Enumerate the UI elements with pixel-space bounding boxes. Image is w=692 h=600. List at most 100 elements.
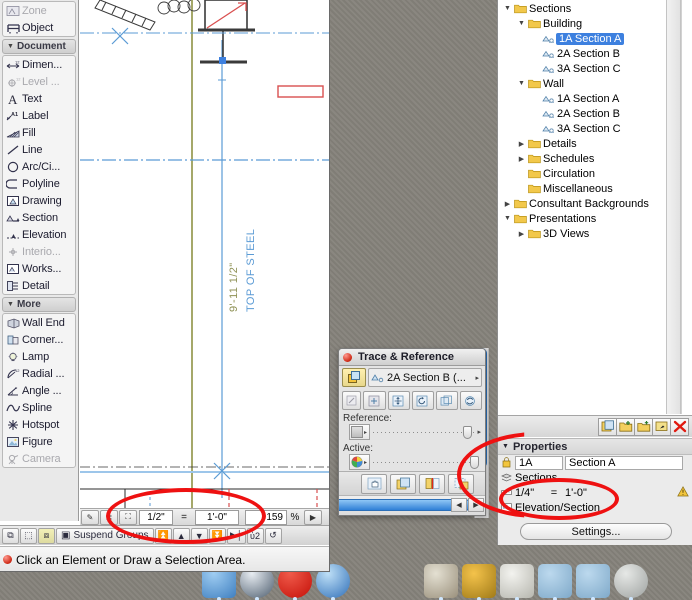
chevron-right-icon[interactable]: ▶	[516, 230, 527, 238]
trace-frame-button[interactable]	[448, 473, 474, 494]
tree-item[interactable]: ▼ Building	[498, 16, 665, 31]
tree-item[interactable]: ▶ 3D Views	[498, 226, 665, 241]
toolbox-palette[interactable]: Zone Object ▼ Document 12 Dimen... 12 Level ..…	[0, 0, 79, 521]
active-intensity-slider[interactable]	[373, 455, 481, 469]
new-viewpoint-button[interactable]	[598, 417, 617, 436]
trace-toolbar-row[interactable]	[339, 389, 485, 412]
toolbox-item-lamp[interactable]: Lamp	[3, 348, 75, 365]
toolbox-item-object[interactable]: Object	[3, 19, 75, 36]
chevron-down-icon[interactable]: ▼	[502, 443, 509, 450]
trace-compare-button[interactable]	[390, 473, 416, 494]
tree-item[interactable]: 1A Section A	[498, 31, 665, 46]
new-folder-clone-button[interactable]	[616, 417, 635, 436]
properties-scale-numerator[interactable]: 1/4"	[515, 487, 543, 499]
reference-slider-arrow-icon[interactable]: ▸	[477, 428, 481, 436]
layer-icon[interactable]: ≣	[100, 509, 118, 525]
pen-set-icon[interactable]: ✎	[81, 509, 99, 525]
toolbox-item-detail[interactable]: Detail	[3, 277, 75, 294]
toolbox-item-line[interactable]: Line	[3, 141, 75, 158]
properties-type-row[interactable]: Elevation/Section	[498, 500, 692, 515]
toolbox-section-document[interactable]: ▼ Document	[2, 39, 76, 54]
toolbox-item-corner[interactable]: Corner...	[3, 331, 75, 348]
trace-bottom-toolbar[interactable]	[339, 471, 485, 495]
dock-preview[interactable]	[500, 564, 534, 600]
chevron-down-icon[interactable]: ▼	[502, 215, 513, 222]
warning-triangle-icon[interactable]	[677, 485, 689, 500]
properties-scale-row[interactable]: 1/4" = 1'-0"	[498, 485, 692, 500]
trace-toggle-button[interactable]	[342, 368, 366, 387]
toolbox-item-dimen[interactable]: 12 Dimen...	[3, 56, 75, 73]
hscroll-right-arrow[interactable]: ▶	[468, 498, 484, 512]
tree-item[interactable]: 3A Section C	[498, 121, 665, 136]
dock-folder-1[interactable]	[538, 564, 572, 600]
send-backward-icon[interactable]: ▲	[172, 527, 190, 544]
toolbox-item-radial[interactable]: 12 Radial ...	[3, 365, 75, 382]
zoom-next-arrow-icon[interactable]: ▶	[304, 509, 322, 525]
properties-header[interactable]: ▼ Properties	[498, 439, 692, 455]
toolbox-item-label[interactable]: A1 Label	[3, 107, 75, 124]
group-suspend-icon[interactable]: ⧈	[38, 527, 55, 544]
trace-align-button[interactable]	[435, 391, 458, 410]
chevron-down-icon[interactable]: ▼	[516, 20, 527, 27]
chevron-right-icon[interactable]: ▶	[502, 200, 513, 208]
toolbox-item-text[interactable]: A Text	[3, 90, 75, 107]
toolbox-item-polyline[interactable]: Polyline	[3, 175, 75, 192]
dock-trash[interactable]	[614, 564, 648, 600]
trace-reference-combo[interactable]: 2A Section B (... ▸	[368, 368, 482, 387]
toolbox-item-figure[interactable]: Figure	[3, 433, 75, 450]
tree-item[interactable]: 1A Section A	[498, 91, 665, 106]
tree-item[interactable]: ▼ Wall	[498, 76, 665, 91]
trace-move-button[interactable]	[387, 391, 410, 410]
trace-rotate-button[interactable]	[363, 391, 386, 410]
navigator-toolbar[interactable]	[498, 415, 692, 437]
dock-keychain[interactable]	[462, 564, 496, 600]
rename-item-button[interactable]	[652, 417, 671, 436]
scale-zoom-bar[interactable]: ✎ ≣ ⛶ 1/2" = 1'-0" 159 % ▶	[80, 508, 329, 525]
properties-scale-denominator[interactable]: 1'-0"	[565, 487, 605, 499]
chevron-down-icon[interactable]: ▼	[516, 80, 527, 87]
tree-item[interactable]: ▼ Presentations	[498, 211, 665, 226]
selection-arrow-icon[interactable]: ⧉	[2, 527, 19, 544]
toolbox-item-section[interactable]: Section	[3, 209, 75, 226]
navigator-vertical-scrollbar[interactable]	[666, 0, 681, 414]
chevron-down-icon[interactable]: ▼	[7, 39, 14, 54]
active-slider-row[interactable]: ▸	[339, 454, 485, 472]
align-icon[interactable]: ▶│	[226, 527, 246, 544]
chevron-right-icon[interactable]: ▶	[516, 140, 527, 148]
properties-id-row[interactable]: 1A Section A	[498, 455, 692, 470]
tree-item[interactable]: 3A Section C	[498, 61, 665, 76]
trace-pen-button[interactable]	[342, 391, 362, 410]
toolbox-section-more[interactable]: ▼ More	[2, 297, 76, 312]
close-button[interactable]	[343, 352, 352, 362]
tree-item[interactable]: Circulation	[498, 166, 665, 181]
reference-intensity-slider[interactable]	[373, 425, 475, 439]
trace-splitter-button[interactable]	[419, 473, 445, 494]
scale-numerator-field[interactable]: 1/2"	[139, 509, 173, 525]
settings-button[interactable]: Settings...	[520, 523, 672, 540]
properties-name-field[interactable]: Section A	[565, 455, 683, 470]
trace-reference-row[interactable]: 2A Section B (... ▸	[339, 366, 485, 389]
tree-item[interactable]: Miscellaneous	[498, 181, 665, 196]
properties-id-field[interactable]: 1A	[515, 455, 563, 470]
toolbox-item-arcci[interactable]: Arc/Ci...	[3, 158, 75, 175]
toolbox-item-wallend[interactable]: Wall End	[3, 314, 75, 331]
marquee-icon[interactable]: ⬚	[20, 527, 37, 544]
trace-titlebar[interactable]: Trace & Reference	[339, 349, 485, 366]
bring-forward-icon[interactable]: ▼	[190, 527, 208, 544]
chevron-right-icon[interactable]: ▸	[475, 374, 479, 382]
unlock-icon[interactable]: ↺	[264, 527, 282, 544]
selection-status-toolbar[interactable]: ⧉ ⬚ ⧈ ▣ Suspend Groups ⏫ ▲ ▼ ⏬ ▶│ ὑ2 ↺	[0, 525, 329, 545]
trace-horizontal-scrollbar[interactable]: ◀ ▶	[339, 495, 485, 515]
tree-item[interactable]: ▶ Details	[498, 136, 665, 151]
chevron-down-icon[interactable]: ▼	[7, 297, 14, 312]
trace-and-reference-palette[interactable]: Trace & Reference 2A Section B (... ▸ Re…	[338, 348, 486, 516]
chevron-right-icon[interactable]: ▶	[516, 155, 527, 163]
tree-item[interactable]: 2A Section B	[498, 46, 665, 61]
properties-folder-row[interactable]: Sections	[498, 470, 692, 485]
tree-item[interactable]: ▶ Schedules	[498, 151, 665, 166]
toolbox-item-fill[interactable]: Fill	[3, 124, 75, 141]
active-color-swatch[interactable]: ▸	[349, 454, 370, 470]
suspend-groups-toggle[interactable]: ▣ Suspend Groups	[56, 527, 154, 544]
trace-reset-button[interactable]	[411, 391, 434, 410]
zoom-value-field[interactable]: 159	[245, 509, 287, 525]
